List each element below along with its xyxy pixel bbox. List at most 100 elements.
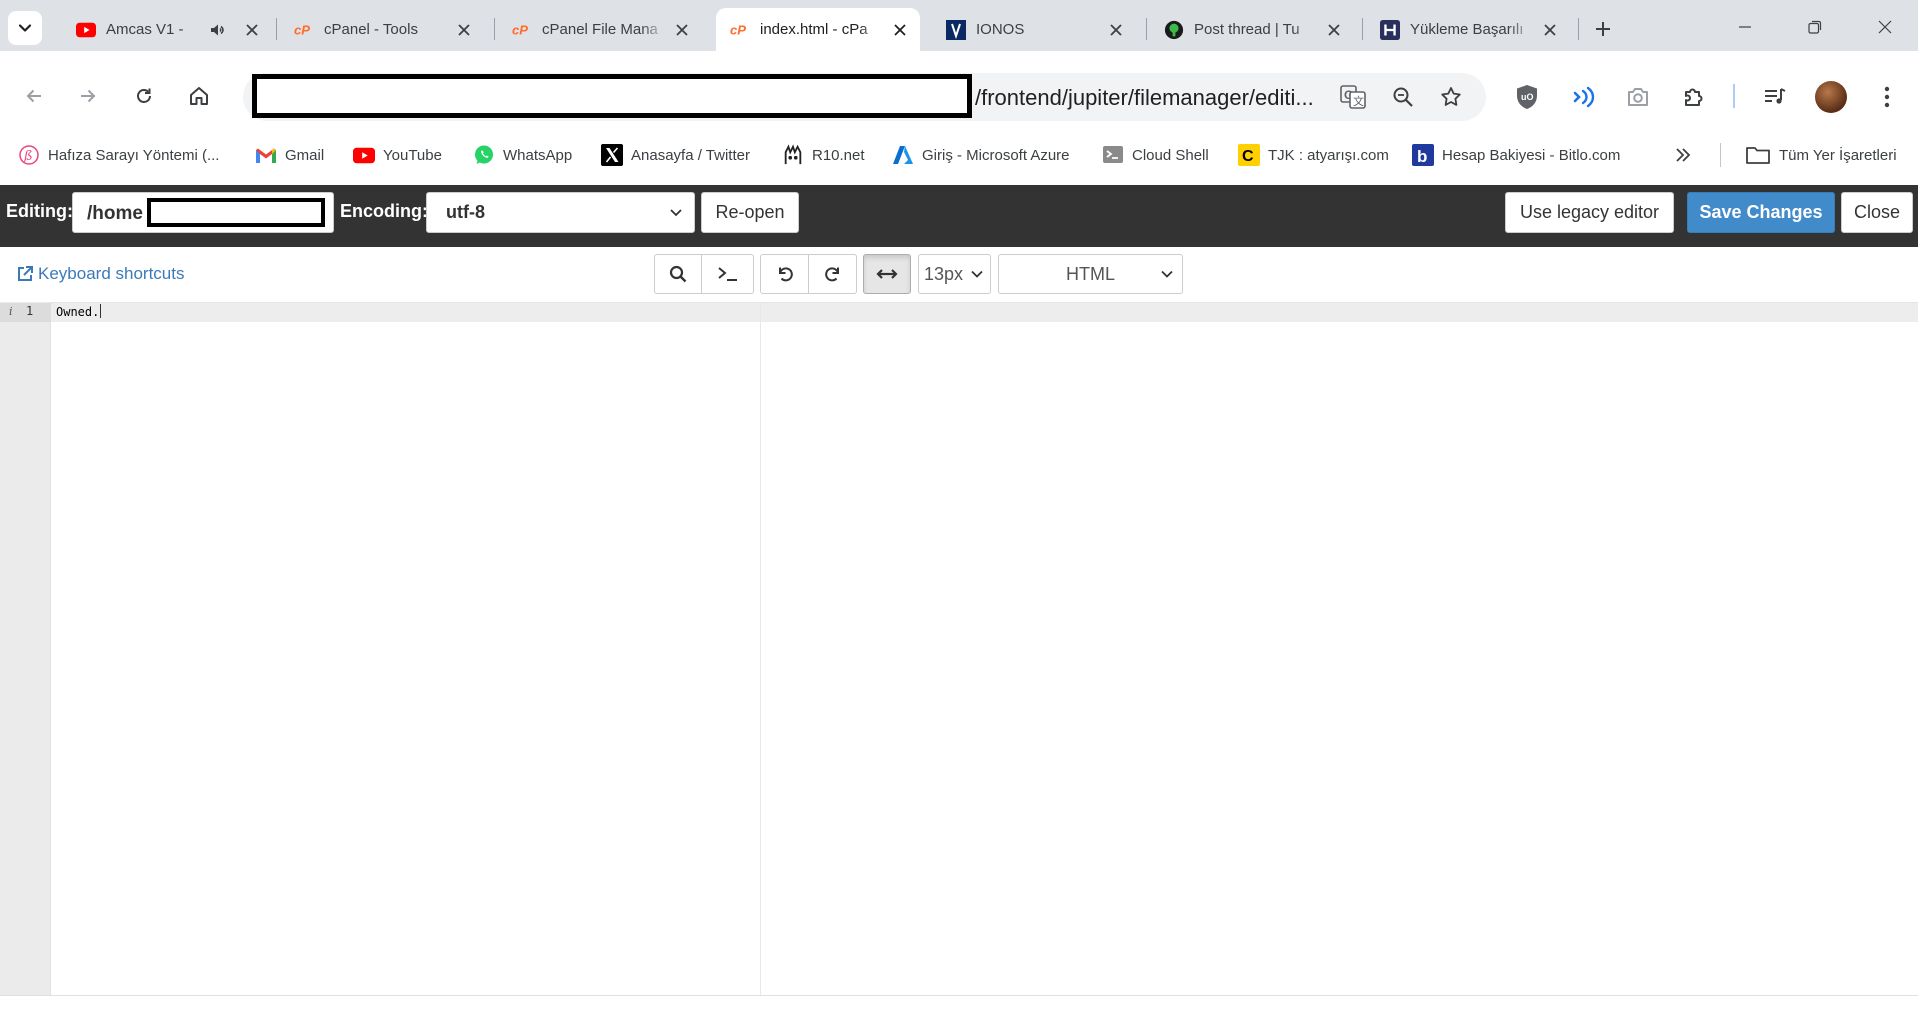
screenshot-extension[interactable]: [1622, 81, 1654, 113]
svg-text:文: 文: [1353, 94, 1364, 108]
profile-avatar[interactable]: [1815, 81, 1847, 113]
save-changes-button[interactable]: Save Changes: [1687, 192, 1835, 233]
browser-tab-active[interactable]: cP index.html - cPa: [716, 8, 920, 51]
bookmark-item[interactable]: WhatsApp: [473, 142, 572, 168]
close-tab-icon[interactable]: [1324, 20, 1344, 40]
folder-icon: [1745, 144, 1771, 166]
bookmark-item[interactable]: Giriş - Microsoft Azure: [892, 142, 1070, 168]
playlist-icon: [1763, 86, 1787, 108]
azure-icon: [892, 144, 914, 166]
bookmark-star-button[interactable]: [1436, 82, 1466, 112]
reload-button[interactable]: [129, 81, 159, 111]
close-button[interactable]: Close: [1841, 192, 1913, 233]
ionos-icon: [946, 19, 966, 40]
forward-button[interactable]: [73, 81, 103, 111]
redacted-url-box: [252, 74, 972, 118]
print-margin: [760, 303, 761, 995]
close-icon: [1877, 19, 1893, 35]
extensions-button[interactable]: [1678, 81, 1710, 113]
browser-tab[interactable]: cP cPanel File Mana: [498, 8, 702, 51]
redo-icon: [823, 264, 843, 284]
bookmark-item[interactable]: C TJK : atyarışı.com: [1238, 142, 1389, 168]
reopen-button[interactable]: Re-open: [701, 192, 799, 233]
zoom-out-icon: [1392, 86, 1414, 108]
thread-icon: [1164, 20, 1184, 40]
keyboard-shortcuts-link[interactable]: Keyboard shortcuts: [16, 264, 184, 284]
bookmark-item[interactable]: R10.net: [782, 142, 865, 168]
restore-button[interactable]: [1800, 12, 1830, 42]
font-size-select[interactable]: 13px: [918, 254, 991, 294]
editor-bottom-border: [0, 995, 1918, 996]
bitlo-icon: b: [1412, 144, 1434, 166]
ublock-icon: uO: [1515, 84, 1539, 110]
browser-tab[interactable]: Post thread | Tu: [1150, 8, 1354, 51]
search-button[interactable]: [654, 254, 702, 294]
reload-icon: [134, 86, 154, 106]
star-icon: [1440, 86, 1462, 108]
bookmark-item[interactable]: YouTube: [353, 142, 442, 168]
close-tab-icon[interactable]: [890, 20, 910, 40]
restore-icon: [1807, 19, 1823, 35]
close-window-button[interactable]: [1870, 12, 1900, 42]
speaker-icon[interactable]: [208, 20, 228, 40]
close-tab-icon[interactable]: [1106, 20, 1126, 40]
url-text[interactable]: /frontend/jupiter/filemanager/editi...: [975, 85, 1314, 111]
double-chevron-right-icon: [1672, 144, 1694, 166]
text-cursor: [100, 304, 102, 318]
close-tab-icon[interactable]: [454, 20, 474, 40]
browser-tab[interactable]: Yükleme Başarılı: [1366, 8, 1570, 51]
more-bookmarks-button[interactable]: [1672, 142, 1702, 168]
kebab-menu-icon: [1884, 86, 1890, 108]
camera-icon: [1626, 86, 1650, 108]
line-number: 1: [26, 304, 34, 318]
home-button[interactable]: [184, 81, 214, 111]
ublock-extension[interactable]: uO: [1511, 81, 1543, 113]
editing-label: Editing:: [6, 201, 73, 221]
undo-button[interactable]: [760, 254, 809, 294]
bookmark-item[interactable]: b Hesap Bakiyesi - Bitlo.com: [1412, 142, 1620, 168]
browser-tab[interactable]: Amcas V1 -: [62, 8, 272, 51]
encoding-select[interactable]: utf-8: [426, 192, 695, 233]
code-editor[interactable]: [0, 302, 1918, 995]
external-link-icon: [16, 265, 34, 283]
bookmark-item[interactable]: Anasayfa / Twitter: [601, 142, 750, 168]
minimize-button[interactable]: [1730, 12, 1760, 42]
svg-text:cP: cP: [730, 22, 746, 37]
media-controls-button[interactable]: [1759, 81, 1791, 113]
translate-button[interactable]: G文: [1338, 82, 1368, 112]
svg-text:C: C: [1242, 148, 1254, 165]
redo-button[interactable]: [808, 254, 857, 294]
browser-tab[interactable]: cP cPanel - Tools: [280, 8, 484, 51]
goto-line-button[interactable]: [701, 254, 754, 294]
all-bookmarks-folder[interactable]: Tüm Yer İşaretleri: [1745, 142, 1897, 168]
use-legacy-editor-button[interactable]: Use legacy editor: [1505, 192, 1674, 233]
close-tab-icon[interactable]: [242, 20, 262, 40]
syntax-mode-select[interactable]: HTML: [998, 254, 1183, 294]
svg-text:b: b: [1417, 147, 1427, 166]
back-button[interactable]: [19, 81, 49, 111]
close-tab-icon[interactable]: [1540, 20, 1560, 40]
line-number-gutter: [0, 302, 51, 995]
arrow-left-icon: [24, 86, 44, 106]
toolbar-divider: [1733, 84, 1735, 108]
tab-search-button[interactable]: [8, 11, 42, 45]
bookmark-item[interactable]: ß Hafıza Sarayı Yöntemi (...: [18, 142, 219, 168]
h-icon: [1380, 19, 1400, 40]
svg-text:cP: cP: [294, 22, 310, 37]
bookmark-item[interactable]: Gmail: [255, 142, 324, 168]
audio-extension[interactable]: [1567, 81, 1599, 113]
plus-icon: [1594, 20, 1612, 38]
youtube-icon: [76, 20, 96, 40]
browser-tab[interactable]: IONOS: [932, 8, 1136, 51]
search-icon: [669, 265, 687, 283]
new-tab-button[interactable]: [1590, 16, 1616, 42]
home-icon: [188, 85, 210, 107]
bookmark-item[interactable]: Cloud Shell: [1102, 142, 1209, 168]
close-tab-icon[interactable]: [672, 20, 692, 40]
code-line[interactable]: Owned.: [56, 304, 102, 319]
word-wrap-toggle[interactable]: [863, 254, 911, 294]
minimize-icon: [1737, 19, 1753, 35]
zoom-button[interactable]: [1388, 82, 1418, 112]
info-annotation-icon: i: [9, 305, 13, 318]
browser-menu-button[interactable]: [1871, 81, 1903, 113]
